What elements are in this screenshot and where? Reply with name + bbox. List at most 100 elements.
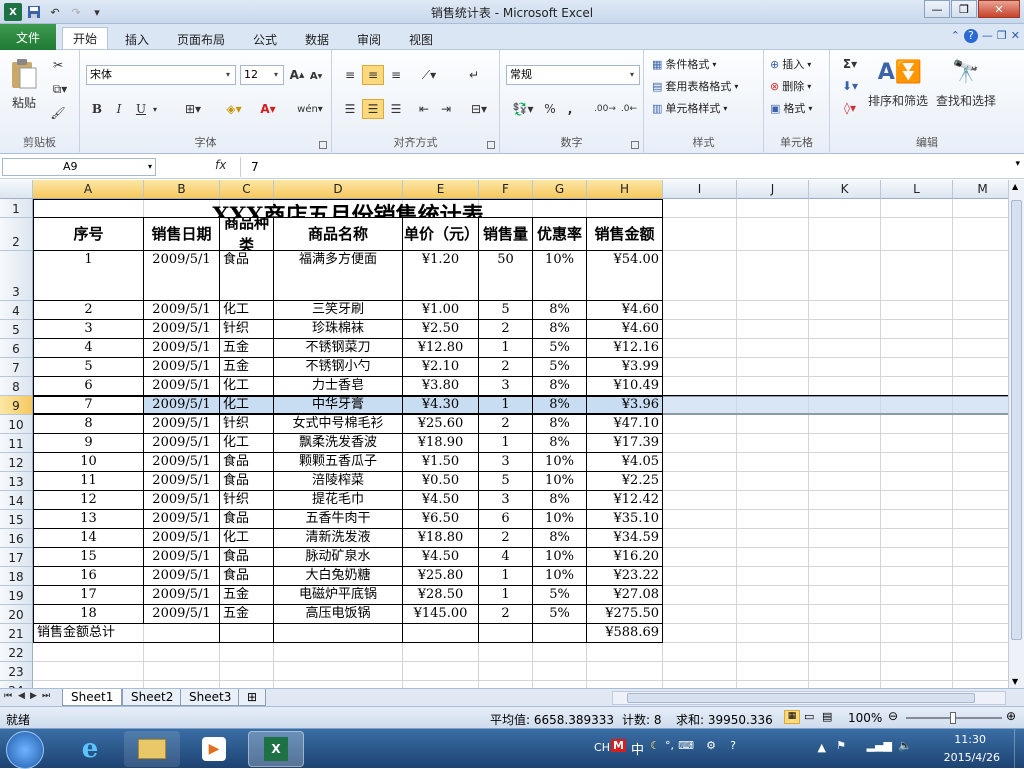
column-header-C[interactable]: C	[220, 180, 274, 199]
header-cell[interactable]: 销售金额	[587, 218, 663, 251]
row-header-2[interactable]: 2	[0, 218, 33, 251]
grid-cell[interactable]	[953, 377, 1008, 396]
grid-cell[interactable]	[881, 415, 953, 434]
table-cell[interactable]: 14	[33, 529, 144, 548]
column-header-B[interactable]: B	[144, 180, 220, 199]
table-cell[interactable]: 17	[33, 586, 144, 605]
table-cell[interactable]: ¥4.05	[587, 453, 663, 472]
grid-cell[interactable]	[809, 339, 881, 358]
grid-cell[interactable]	[809, 434, 881, 453]
grid-cell[interactable]	[953, 472, 1008, 491]
column-header-F[interactable]: F	[479, 180, 533, 199]
column-header-A[interactable]: A	[33, 180, 144, 199]
grid-cell[interactable]	[881, 199, 953, 218]
next-sheet-icon[interactable]: ▶	[30, 691, 37, 701]
grid-cell[interactable]	[663, 605, 737, 624]
table-cell[interactable]: 五香牛肉干	[274, 510, 403, 529]
table-cell[interactable]: 涪陵榨菜	[274, 472, 403, 491]
grid-cell[interactable]	[663, 567, 737, 586]
grid-cell[interactable]	[809, 320, 881, 339]
table-cell[interactable]: ¥10.49	[587, 377, 663, 396]
table-cell[interactable]: 2	[479, 415, 533, 434]
font-size-combo[interactable]: 12 ▾	[240, 65, 284, 85]
row-header-6[interactable]: 6	[0, 339, 33, 358]
table-cell[interactable]: 力士香皂	[274, 377, 403, 396]
grid-cell[interactable]	[809, 453, 881, 472]
table-cell[interactable]: 2009/5/1	[144, 301, 220, 320]
table-cell[interactable]: 6	[479, 510, 533, 529]
grid-cell[interactable]	[663, 339, 737, 358]
fx-icon[interactable]: fx	[215, 158, 226, 172]
table-cell[interactable]: 8%	[533, 491, 587, 510]
tab-view[interactable]: 视图	[398, 28, 444, 50]
grid-cell[interactable]	[809, 491, 881, 510]
moon-icon[interactable]: ☾	[650, 739, 660, 752]
table-cell[interactable]: 高压电饭锅	[274, 605, 403, 624]
grid-cell[interactable]	[737, 218, 809, 251]
table-cell[interactable]: 珍珠棉袜	[274, 320, 403, 339]
grid-cell[interactable]	[737, 472, 809, 491]
row-header-15[interactable]: 15	[0, 510, 33, 529]
table-cell[interactable]: ¥16.20	[587, 548, 663, 567]
grid-cell[interactable]	[809, 415, 881, 434]
decrease-indent-icon[interactable]: ⇤	[414, 99, 434, 119]
header-cell[interactable]: 单价（元）	[403, 218, 479, 251]
cell-styles-button[interactable]: ▥ 单元格样式 ▾	[652, 98, 727, 118]
underline-button[interactable]: U	[132, 99, 150, 119]
table-cell[interactable]: 针织	[220, 320, 274, 339]
punctuation-icon[interactable]: °,	[665, 739, 674, 752]
table-cell[interactable]: 女式中号棉毛衫	[274, 415, 403, 434]
table-cell[interactable]: 2009/5/1	[144, 251, 220, 301]
table-cell[interactable]: ¥6.50	[403, 510, 479, 529]
column-header-L[interactable]: L	[881, 180, 953, 199]
grid-cell[interactable]	[737, 434, 809, 453]
explorer-icon[interactable]	[124, 731, 180, 767]
table-cell[interactable]: 1	[479, 586, 533, 605]
table-cell[interactable]: ¥23.22	[587, 567, 663, 586]
page-layout-view-icon[interactable]: ▭	[804, 710, 814, 723]
table-cell[interactable]: 化工	[220, 301, 274, 320]
table-cell[interactable]: ¥18.80	[403, 529, 479, 548]
table-cell[interactable]: 5	[479, 301, 533, 320]
grid-cell[interactable]	[737, 662, 809, 681]
grid-cell[interactable]	[881, 339, 953, 358]
table-cell[interactable]: 2	[33, 301, 144, 320]
column-header-K[interactable]: K	[809, 180, 881, 199]
table-cell[interactable]: 化工	[220, 396, 274, 415]
grid-cell[interactable]	[881, 529, 953, 548]
minimize-ribbon-icon[interactable]: ⌃	[951, 29, 960, 43]
table-cell[interactable]: ¥34.59	[587, 529, 663, 548]
table-cell[interactable]: 化工	[220, 434, 274, 453]
row-header-13[interactable]: 13	[0, 472, 33, 491]
header-cell[interactable]: 商品种类	[220, 218, 274, 251]
grid-cell[interactable]	[881, 472, 953, 491]
grid-cell[interactable]	[881, 301, 953, 320]
align-top-icon[interactable]: ≡	[340, 65, 360, 85]
autosum-icon[interactable]: Σ▾	[836, 54, 864, 74]
clock-time[interactable]: 11:30	[954, 733, 986, 746]
table-cell[interactable]: 食品	[220, 567, 274, 586]
table-cell[interactable]: 3	[479, 377, 533, 396]
grid-cell[interactable]	[479, 662, 533, 681]
table-cell[interactable]: 化工	[220, 529, 274, 548]
sheet-tab-2[interactable]: Sheet2	[122, 689, 183, 706]
table-cell[interactable]: ¥12.42	[587, 491, 663, 510]
wrap-text-icon[interactable]: ↵	[464, 65, 484, 85]
grid-cell[interactable]	[953, 434, 1008, 453]
grid-cell[interactable]	[953, 510, 1008, 529]
orientation-icon[interactable]: ⟋▾	[416, 65, 442, 85]
empty-cell[interactable]	[274, 624, 403, 643]
table-cell[interactable]: 2	[479, 358, 533, 377]
table-cell[interactable]: 2	[479, 320, 533, 339]
table-cell[interactable]: ¥4.50	[403, 548, 479, 567]
grow-font-icon[interactable]: A ▲	[288, 65, 306, 85]
table-cell[interactable]: 大白兔奶糖	[274, 567, 403, 586]
row-header-9[interactable]: 9	[0, 396, 33, 415]
font-color-icon[interactable]: A▾	[254, 99, 282, 119]
header-cell[interactable]: 销售量	[479, 218, 533, 251]
header-cell[interactable]: 优惠率	[533, 218, 587, 251]
table-cell[interactable]: 食品	[220, 510, 274, 529]
table-cell[interactable]: ¥12.16	[587, 339, 663, 358]
table-cell[interactable]: 8%	[533, 320, 587, 339]
grid-cell[interactable]	[663, 218, 737, 251]
